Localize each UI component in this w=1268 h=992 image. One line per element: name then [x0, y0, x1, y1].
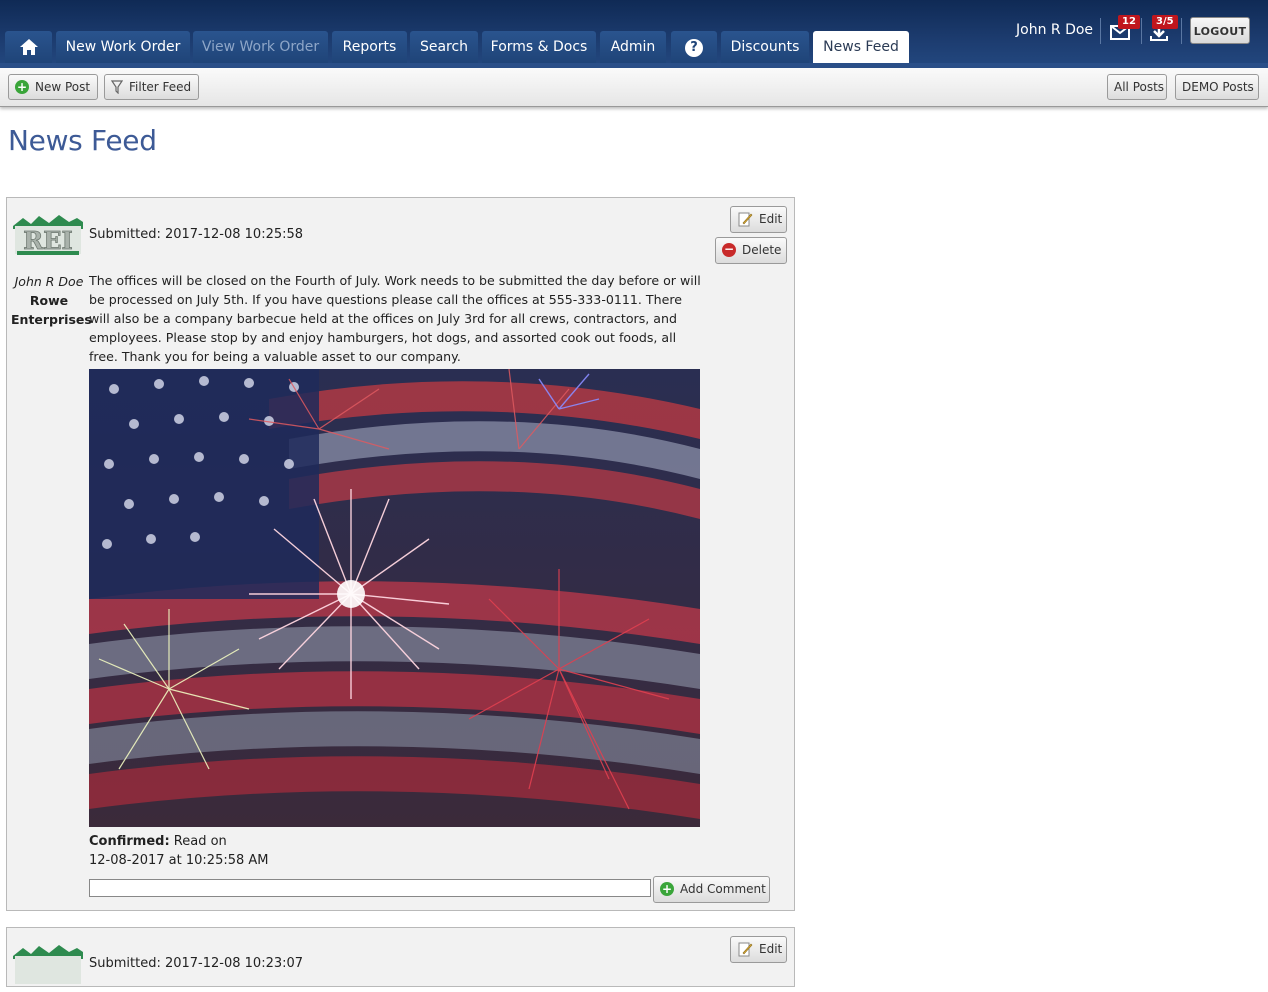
- downloads-badge: 3/5: [1152, 15, 1178, 29]
- tab-admin[interactable]: Admin: [600, 31, 666, 63]
- news-post: REI Submitted: 2017-12-08 10:25:58 Edit …: [6, 197, 795, 911]
- edit-icon: [738, 942, 753, 956]
- new-post-button[interactable]: + New Post: [8, 74, 98, 100]
- company-logo: [13, 942, 83, 988]
- user-name: John R Doe: [1016, 22, 1094, 38]
- messages-badge: 12: [1118, 15, 1140, 29]
- delete-button[interactable]: − Delete: [715, 237, 787, 264]
- edit-icon: [738, 212, 753, 226]
- page-title: News Feed: [8, 124, 157, 157]
- filter-feed-button[interactable]: Filter Feed: [104, 74, 199, 100]
- edit-button[interactable]: Edit: [730, 936, 787, 963]
- divider: [1181, 18, 1182, 44]
- divider: [1141, 18, 1142, 44]
- post-body: The offices will be closed on the Fourth…: [89, 273, 701, 364]
- toolbar: + New Post Filter Feed All Posts DEMO Pos…: [0, 68, 1268, 107]
- plus-icon: +: [15, 79, 29, 94]
- tab-news-feed[interactable]: News Feed: [813, 31, 909, 65]
- post-confirmed: Confirmed: Read on 12-08-2017 at 10:25:5…: [89, 832, 269, 870]
- new-post-label: New Post: [35, 80, 91, 94]
- confirmed-date: 12-08-2017 at 10:25:58 AM: [89, 853, 269, 868]
- confirmed-text: Read on: [173, 834, 227, 849]
- add-comment-label: Add Comment: [680, 882, 766, 896]
- all-posts-button[interactable]: All Posts: [1107, 74, 1167, 100]
- delete-label: Delete: [742, 243, 782, 257]
- author-company: Enterprises: [11, 312, 92, 327]
- home-tab[interactable]: [5, 31, 52, 63]
- confirmed-label: Confirmed:: [89, 834, 170, 849]
- author-name: John R Doe: [14, 274, 84, 289]
- plus-icon: +: [660, 881, 674, 896]
- divider: [1100, 18, 1101, 44]
- company-logo: REI: [13, 212, 83, 258]
- post-author: John R Doe Rowe Enterprises: [11, 272, 92, 329]
- comment-input[interactable]: [89, 879, 651, 897]
- tab-new-work-order[interactable]: New Work Order: [56, 31, 190, 63]
- post-submitted: Submitted: 2017-12-08 10:25:58: [89, 227, 304, 242]
- edit-label: Edit: [759, 212, 783, 226]
- post-image-flag-fireworks: [89, 369, 700, 827]
- tab-search[interactable]: Search: [410, 31, 478, 63]
- edit-button[interactable]: Edit: [730, 206, 787, 233]
- tab-reports[interactable]: Reports: [332, 31, 407, 63]
- tab-discounts[interactable]: Discounts: [721, 31, 809, 63]
- home-icon: [19, 39, 38, 55]
- news-post: Submitted: 2017-12-08 10:23:07 Edit: [6, 927, 795, 987]
- logout-button[interactable]: LOGOUT: [1190, 17, 1250, 44]
- filter-icon: [111, 79, 123, 94]
- add-comment-button[interactable]: + Add Comment: [653, 876, 770, 903]
- help-icon: ?: [685, 39, 703, 57]
- tab-help[interactable]: ?: [671, 31, 717, 63]
- svg-text:REI: REI: [23, 226, 72, 255]
- top-nav: New Work Order View Work Order Reports S…: [0, 0, 1268, 65]
- filter-feed-label: Filter Feed: [129, 80, 192, 94]
- edit-label: Edit: [759, 942, 783, 956]
- demo-posts-button[interactable]: DEMO Posts: [1175, 74, 1259, 100]
- delete-icon: −: [722, 241, 736, 257]
- author-company: Rowe: [29, 293, 69, 308]
- tab-view-work-order[interactable]: View Work Order: [193, 31, 328, 63]
- tab-forms-docs[interactable]: Forms & Docs: [482, 31, 596, 63]
